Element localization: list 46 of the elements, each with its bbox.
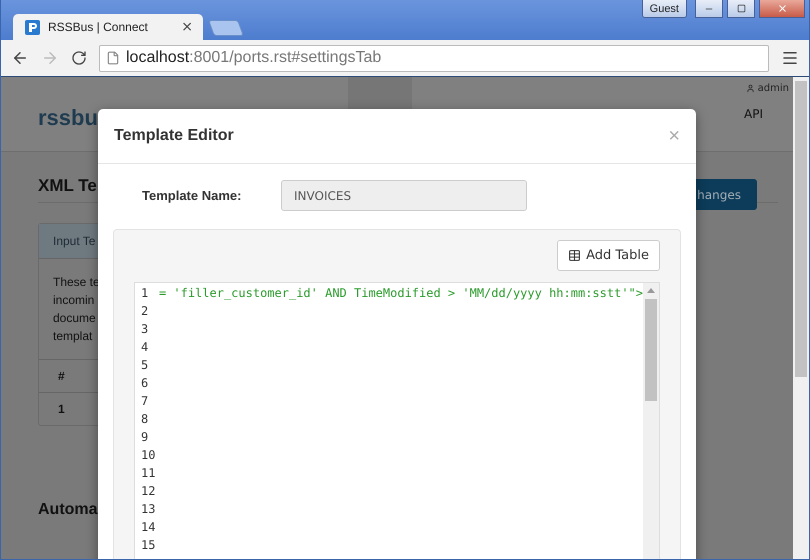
line-number: 5 (140, 358, 150, 372)
line-number: 1 (140, 286, 150, 300)
back-icon[interactable] (11, 49, 29, 67)
line-number: 12 (140, 484, 156, 498)
description-line: incomin (53, 292, 94, 309)
line-number: 4 (140, 340, 150, 354)
line-number: 6 (140, 376, 150, 390)
menu-icon[interactable] (781, 49, 799, 67)
dialog-title: Template Editor (114, 127, 234, 145)
line-number: 8 (140, 412, 150, 426)
line-number: 15 (140, 538, 156, 552)
scrollbar[interactable] (793, 77, 809, 559)
maximize-icon[interactable] (727, 0, 755, 18)
line-number: 2 (140, 304, 150, 318)
code-line: = 'filler_customer_id' AND TimeModified > 'MM/dd/yyyy hh:mm:sstt'"> (158, 286, 643, 300)
app-logo-icon (25, 20, 40, 34)
field-label: Template Name: (142, 188, 242, 203)
description-line: docume (53, 310, 96, 327)
line-number: 13 (140, 502, 156, 516)
column-header: # (58, 369, 65, 383)
scrollbar[interactable] (643, 283, 659, 559)
tab-title: RSSBus | Connect (48, 20, 149, 34)
reload-icon[interactable] (71, 50, 87, 66)
line-number: 9 (140, 430, 150, 444)
nav-link[interactable]: API (744, 107, 763, 121)
line-number: 14 (140, 520, 156, 534)
line-number: 3 (140, 322, 150, 336)
browser-tab[interactable]: RSSBus | Connect × (13, 14, 203, 40)
section-heading: Automa (38, 501, 98, 518)
table-cell: 1 (58, 402, 65, 416)
line-number: 7 (140, 394, 150, 408)
template-name-field[interactable]: INVOICES (281, 180, 527, 211)
add-table-button[interactable]: Add Table (557, 240, 660, 271)
code-editor[interactable]: 1 = 'filler_customer_id' AND TimeModified > 'MM/dd/yyyy hh:mm:sstt'"> 2 3 4 5 6 7 8 9 10 11 12 13 14 15 (134, 282, 660, 559)
line-number: 10 (140, 448, 156, 462)
section-heading: XML Te (38, 176, 97, 195)
table-icon (568, 249, 582, 262)
user-icon (746, 84, 755, 93)
logo: rssbu (38, 105, 98, 131)
minimize-icon[interactable] (695, 0, 723, 18)
line-number: 11 (140, 466, 156, 480)
address-bar[interactable]: localhost:8001/ports.rst#settingsTab (99, 44, 769, 72)
description-line: templat (53, 328, 92, 345)
user-menu[interactable]: admin (746, 83, 789, 94)
close-icon[interactable]: × (181, 19, 193, 35)
profile-button[interactable]: Guest (642, 0, 687, 18)
